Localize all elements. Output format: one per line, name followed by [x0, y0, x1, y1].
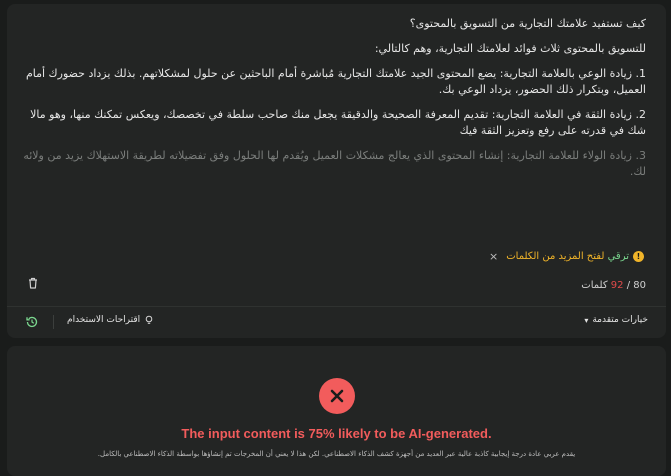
content-editor[interactable]: كيف تستفيد علامتك التجارية من التسويق با… — [21, 16, 646, 189]
close-icon[interactable]: × — [489, 250, 498, 263]
result-card: The input content is 75% likely to be AI… — [7, 346, 666, 476]
lightbulb-icon — [145, 315, 153, 324]
editor-card: كيف تستفيد علامتك التجارية من التسويق با… — [7, 4, 666, 338]
usage-suggestions-button[interactable]: اقتراحات الاستخدام — [67, 315, 154, 325]
divider-vertical — [53, 315, 54, 329]
editor-paragraph-intro: للتسويق بالمحتوى ثلاث فوائد لعلامتك التج… — [374, 42, 646, 55]
upgrade-notice: ! ترقي لفتح المزيد من الكلمات × — [489, 250, 644, 263]
detection-result-title: The input content is 75% likely to be AI… — [181, 426, 492, 441]
chevron-down-icon: ▾ — [584, 315, 589, 325]
upgrade-link[interactable]: ترقي لفتح المزيد من الكلمات — [506, 251, 629, 262]
editor-paragraph-heading: كيف تستفيد علامتك التجارية من التسويق با… — [409, 17, 646, 30]
exclamation-icon: ! — [633, 251, 644, 262]
editor-paragraph-1: 1. زيادة الوعي بالعلامة التجارية: يضع ال… — [25, 67, 646, 96]
divider — [7, 306, 666, 307]
advanced-options-label: خيارات متقدمة — [592, 315, 648, 325]
usage-suggestions-label: اقتراحات الاستخدام — [67, 315, 141, 325]
detection-result-note: يقدم عربي عادة درجة إيجابية كاذبة عالية … — [97, 450, 576, 458]
editor-paragraph-2: 2. زيادة الثقة في العلامة التجارية: تقدي… — [30, 108, 646, 137]
x-circle-icon — [319, 378, 355, 414]
advanced-options-button[interactable]: خيارات متقدمة ▾ — [584, 315, 648, 325]
trash-icon[interactable] — [26, 276, 40, 290]
editor-paragraph-3: 3. زيادة الولاء للعلامة التجارية: إنشاء … — [23, 149, 646, 178]
history-icon[interactable] — [25, 315, 39, 329]
word-counter: 80 / 92 كلمات — [581, 280, 646, 291]
